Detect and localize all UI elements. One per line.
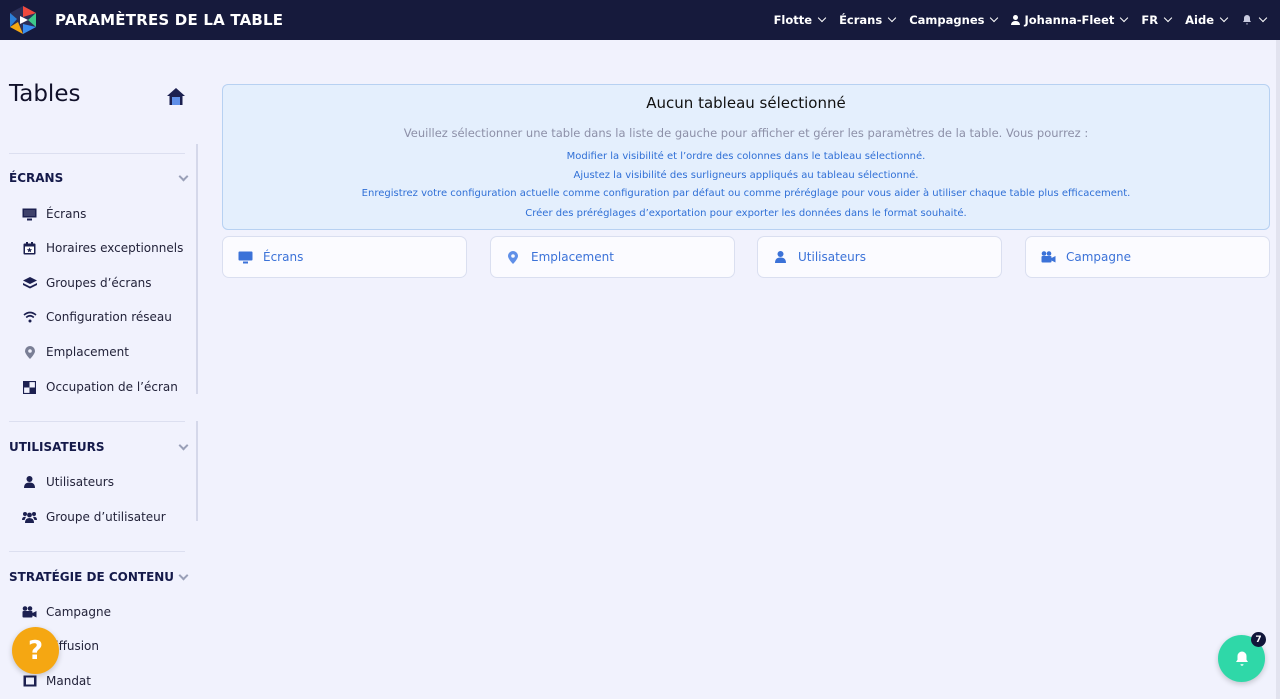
wifi-icon	[22, 310, 37, 325]
user-icon	[772, 249, 788, 265]
info-subtitle: Veuillez sélectionner une table dans la …	[403, 126, 1089, 140]
section-utilisateurs-title: UTILISATEURS	[9, 440, 105, 454]
info-line: Modifier la visibilité et l’ordre des co…	[566, 151, 926, 162]
help-button[interactable]: ?	[12, 627, 59, 674]
video-camera-icon	[1040, 249, 1056, 265]
sidebar-item-label: Écrans	[46, 207, 87, 221]
sidebar-scroll-track	[196, 421, 198, 521]
table-card-label: Écrans	[263, 250, 304, 264]
nav-flotte-menu[interactable]: Flotte	[773, 13, 827, 27]
sidebar-item-ecrans[interactable]: Écrans	[22, 204, 86, 224]
sidebar-item-label: Horaires exceptionnels	[46, 241, 184, 255]
sidebar-item-label: Groupe d’utilisateur	[46, 510, 166, 524]
table-card-ecrans[interactable]: Écrans	[222, 236, 467, 278]
nav-notifications-menu[interactable]	[1241, 13, 1268, 26]
sidebar-item-label: Configuration réseau	[46, 310, 172, 324]
nav-user-label: Johanna-Fleet	[1024, 13, 1115, 27]
sidebar-item-campagne[interactable]: Campagne	[22, 602, 111, 622]
film-icon	[22, 674, 37, 689]
table-card-label: Emplacement	[531, 250, 614, 264]
user-icon	[22, 475, 37, 490]
chevron-down-icon	[1219, 13, 1229, 23]
nav-flotte-label: Flotte	[773, 13, 813, 27]
notification-count-badge: 7	[1251, 632, 1266, 647]
table-card-campagne[interactable]: Campagne	[1025, 236, 1270, 278]
page-title: PARAMÈTRES DE LA TABLE	[55, 11, 284, 29]
sidebar-scroll-track	[196, 144, 198, 394]
sidebar-item-groupe-utilisateur[interactable]: Groupe d’utilisateur	[22, 507, 166, 527]
layers-icon	[22, 276, 37, 291]
sidebar-divider	[9, 153, 185, 154]
top-nav-menu: Flotte Écrans Campagnes Johanna-Fleet FR…	[773, 0, 1268, 40]
sidebar-item-label: Utilisateurs	[46, 475, 114, 489]
page-scrollbar[interactable]	[1276, 40, 1280, 699]
question-mark-icon: ?	[27, 635, 44, 666]
sidebar-item-mandat[interactable]: Mandat	[22, 671, 91, 691]
nav-ecrans-menu[interactable]: Écrans	[839, 13, 897, 27]
no-table-selected-panel: Aucun tableau sélectionné Veuillez sélec…	[222, 84, 1270, 230]
section-strategie-contenu-title: STRATÉGIE DE CONTENU	[9, 570, 175, 584]
top-navbar: PARAMÈTRES DE LA TABLE Flotte Écrans Cam…	[0, 0, 1280, 40]
sidebar-item-horaires-exceptionnels[interactable]: Horaires exceptionnels	[22, 238, 183, 258]
users-group-icon	[22, 510, 37, 525]
location-pin-icon	[505, 249, 521, 265]
chevron-down-icon	[178, 570, 189, 580]
chevron-down-icon	[1163, 13, 1173, 23]
sidebar-item-label: Campagne	[46, 605, 111, 619]
user-icon	[1011, 15, 1021, 25]
nav-aide-menu[interactable]: Aide	[1185, 13, 1229, 27]
location-pin-icon	[22, 345, 37, 360]
nav-campagnes-label: Campagnes	[909, 13, 985, 27]
sidebar-divider	[9, 421, 185, 422]
nav-language-menu[interactable]: FR	[1141, 13, 1173, 27]
chevron-down-icon	[178, 171, 189, 181]
nav-language-label: FR	[1141, 13, 1159, 27]
calendar-icon	[22, 241, 37, 256]
sidebar-item-label: Groupes d’écrans	[46, 276, 152, 290]
section-ecrans-title: ÉCRANS	[9, 171, 64, 185]
monitor-icon	[22, 207, 37, 222]
sidebar-item-label: Occupation de l’écran	[46, 380, 178, 394]
sidebar-item-label: Emplacement	[46, 345, 129, 359]
sidebar-item-utilisateurs[interactable]: Utilisateurs	[22, 472, 114, 492]
app-logo-icon[interactable]	[8, 5, 38, 35]
section-utilisateurs-header[interactable]: UTILISATEURS	[9, 440, 191, 454]
bell-icon	[1243, 15, 1251, 25]
chevron-down-icon	[1258, 13, 1268, 23]
sidebar-title: Tables	[9, 81, 81, 107]
sidebar-divider	[9, 551, 185, 552]
bell-icon	[1235, 651, 1248, 666]
monitor-icon	[237, 249, 253, 265]
info-line: Créer des préréglages d’exportation pour…	[525, 208, 967, 219]
sidebar-item-emplacement[interactable]: Emplacement	[22, 342, 129, 362]
home-icon[interactable]	[166, 87, 186, 106]
sidebar: Tables	[0, 40, 200, 699]
section-strategie-contenu-header[interactable]: STRATÉGIE DE CONTENU	[9, 570, 191, 584]
sidebar-item-groupes-ecrans[interactable]: Groupes d’écrans	[22, 273, 152, 293]
sidebar-item-configuration-reseau[interactable]: Configuration réseau	[22, 307, 172, 327]
chevron-down-icon	[990, 13, 999, 23]
nav-campagnes-menu[interactable]: Campagnes	[909, 13, 999, 27]
table-card-label: Utilisateurs	[798, 250, 866, 264]
sidebar-item-occupation-ecran[interactable]: Occupation de l’écran	[22, 377, 178, 397]
sidebar-item-label: Mandat	[46, 674, 91, 688]
nav-user-menu[interactable]: Johanna-Fleet	[1011, 13, 1129, 27]
nav-ecrans-label: Écrans	[839, 13, 883, 27]
chevron-down-icon	[1120, 13, 1129, 23]
section-ecrans-header[interactable]: ÉCRANS	[9, 171, 191, 185]
table-card-label: Campagne	[1066, 250, 1131, 264]
chevron-down-icon	[178, 440, 189, 450]
chevron-down-icon	[887, 13, 897, 23]
table-card-utilisateurs[interactable]: Utilisateurs	[757, 236, 1002, 278]
nav-aide-label: Aide	[1185, 13, 1214, 27]
chevron-down-icon	[817, 13, 827, 23]
video-camera-icon	[22, 605, 37, 620]
screen-layout-icon	[22, 380, 37, 395]
table-card-emplacement[interactable]: Emplacement	[490, 236, 735, 278]
info-title: Aucun tableau sélectionné	[646, 94, 846, 112]
info-line: Ajustez la visibilité des surligneurs ap…	[573, 170, 919, 181]
info-line: Enregistrez votre configuration actuelle…	[361, 188, 1131, 199]
